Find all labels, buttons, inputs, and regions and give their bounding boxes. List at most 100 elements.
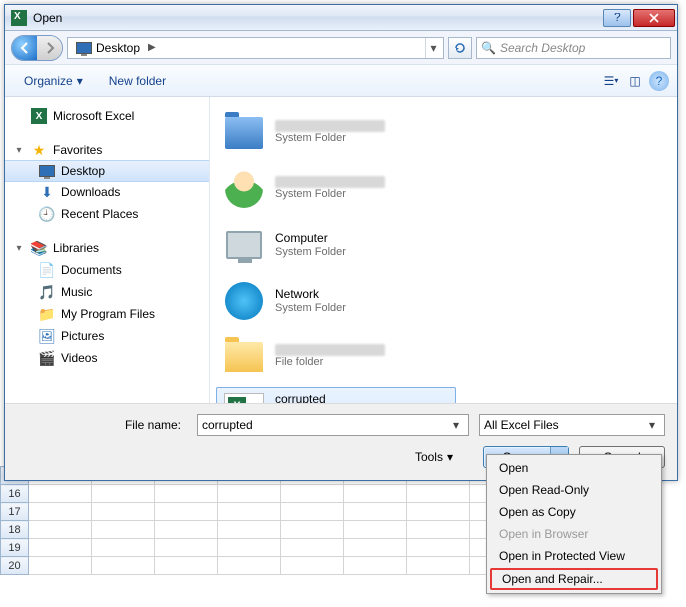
- cell[interactable]: [407, 485, 470, 503]
- navpane-item-videos[interactable]: 🎬Videos: [5, 347, 209, 369]
- cell[interactable]: [29, 557, 92, 575]
- redacted-name: [275, 344, 385, 356]
- cell[interactable]: [155, 557, 218, 575]
- cell[interactable]: [407, 557, 470, 575]
- file-tile[interactable]: File folder: [216, 331, 456, 383]
- navpane-favorites[interactable]: ▾ ★ Favorites: [5, 139, 209, 161]
- file-tile[interactable]: NetworkSystem Folder: [216, 275, 456, 327]
- collapse-icon[interactable]: ▾: [13, 145, 25, 156]
- cell[interactable]: [344, 539, 407, 557]
- address-bar[interactable]: Desktop ▶ ▾: [67, 37, 444, 59]
- menu-item[interactable]: Open as Copy: [489, 501, 659, 523]
- row-header[interactable]: 16: [1, 485, 29, 503]
- cell[interactable]: [344, 485, 407, 503]
- file-tile[interactable]: corruptedMicrosoft Excel Worksheet8.54 K…: [216, 387, 456, 403]
- view-options-button[interactable]: ☰▾: [601, 71, 621, 91]
- filetype-filter[interactable]: All Excel Files ▾: [479, 414, 665, 436]
- cell[interactable]: [407, 539, 470, 557]
- close-button[interactable]: [633, 9, 675, 27]
- menu-item[interactable]: Open Read-Only: [489, 479, 659, 501]
- file-type: System Folder: [275, 188, 385, 202]
- cell[interactable]: [344, 503, 407, 521]
- cell[interactable]: [281, 521, 344, 539]
- cell[interactable]: [29, 539, 92, 557]
- cell[interactable]: [155, 539, 218, 557]
- menu-item[interactable]: Open: [489, 457, 659, 479]
- cell[interactable]: [92, 521, 155, 539]
- cell[interactable]: [92, 503, 155, 521]
- row-header[interactable]: 17: [1, 503, 29, 521]
- cell[interactable]: [218, 485, 281, 503]
- search-input[interactable]: 🔍 Search Desktop: [476, 37, 671, 59]
- breadcrumb[interactable]: Desktop ▶: [70, 38, 166, 58]
- crumb-label: Desktop: [96, 41, 140, 55]
- collapse-icon[interactable]: ▾: [13, 243, 25, 254]
- music-icon: 🎵: [39, 284, 55, 300]
- tools-dropdown[interactable]: Tools▾: [409, 448, 459, 466]
- help-icon[interactable]: ?: [649, 71, 669, 91]
- navpane-item-music[interactable]: 🎵Music: [5, 281, 209, 303]
- network-icon: [223, 280, 265, 322]
- menu-item: Open in Browser: [489, 523, 659, 545]
- help-button[interactable]: ?: [603, 9, 631, 27]
- cell[interactable]: [218, 503, 281, 521]
- cell[interactable]: [218, 539, 281, 557]
- menu-item[interactable]: Open in Protected View: [489, 545, 659, 567]
- cell[interactable]: [155, 521, 218, 539]
- recent-icon: 🕘: [39, 206, 55, 222]
- desktop-icon: [39, 165, 55, 177]
- navpane-item-documents[interactable]: 📄Documents: [5, 259, 209, 281]
- cell[interactable]: [344, 521, 407, 539]
- row-header[interactable]: 20: [1, 557, 29, 575]
- cell[interactable]: [92, 485, 155, 503]
- navpane-libraries[interactable]: ▾ 📚 Libraries: [5, 237, 209, 259]
- navpane-item-desktop[interactable]: Desktop: [5, 160, 209, 182]
- cell[interactable]: [218, 521, 281, 539]
- cell[interactable]: [281, 485, 344, 503]
- cell[interactable]: [155, 485, 218, 503]
- navpane-item-pictures[interactable]: 🖼Pictures: [5, 325, 209, 347]
- cell[interactable]: [29, 503, 92, 521]
- cell[interactable]: [29, 485, 92, 503]
- navpane-item-programfiles[interactable]: 📁My Program Files: [5, 303, 209, 325]
- menu-item[interactable]: Open and Repair...: [490, 568, 658, 590]
- downloads-icon: ⬇: [39, 184, 55, 200]
- cell[interactable]: [344, 557, 407, 575]
- history-dropdown-icon[interactable]: ▾: [425, 38, 441, 58]
- chevron-down-icon[interactable]: ▾: [644, 418, 660, 432]
- folder-icon: 📁: [39, 306, 55, 322]
- file-list[interactable]: System FolderSystem FolderSystem FolderC…: [210, 97, 677, 403]
- cell[interactable]: [407, 521, 470, 539]
- cell[interactable]: [281, 557, 344, 575]
- chevron-right-icon[interactable]: ▶: [144, 42, 160, 53]
- file-tile[interactable]: System Folder: [216, 163, 456, 215]
- preview-pane-button[interactable]: ◫: [625, 71, 645, 91]
- row-header[interactable]: 19: [1, 539, 29, 557]
- forward-button[interactable]: [37, 36, 62, 60]
- refresh-button[interactable]: [448, 37, 472, 59]
- file-tile[interactable]: System Folder: [216, 107, 456, 159]
- filename-input[interactable]: corrupted ▾: [197, 414, 469, 436]
- navpane-item-downloads[interactable]: ⬇ Downloads: [5, 181, 209, 203]
- cell[interactable]: [29, 521, 92, 539]
- search-placeholder: Search Desktop: [500, 41, 585, 55]
- cell[interactable]: [218, 557, 281, 575]
- file-tile[interactable]: ComputerSystem Folder: [216, 219, 456, 271]
- cell[interactable]: [92, 539, 155, 557]
- navpane-microsoft-excel[interactable]: X Microsoft Excel: [5, 105, 209, 127]
- chevron-down-icon[interactable]: ▾: [448, 418, 464, 432]
- cell[interactable]: [281, 539, 344, 557]
- cell[interactable]: [407, 503, 470, 521]
- cell[interactable]: [155, 503, 218, 521]
- navigation-pane: X Microsoft Excel ▾ ★ Favorites Desktop …: [5, 97, 210, 403]
- cell[interactable]: [92, 557, 155, 575]
- organize-button[interactable]: Organize▾: [13, 69, 94, 93]
- navpane-item-recent[interactable]: 🕘 Recent Places: [5, 203, 209, 225]
- xls-icon: [223, 392, 265, 403]
- cell[interactable]: [281, 503, 344, 521]
- back-button[interactable]: [12, 36, 37, 60]
- folder-icon: [223, 336, 265, 378]
- redacted-name: [275, 120, 385, 132]
- row-header[interactable]: 18: [1, 521, 29, 539]
- new-folder-button[interactable]: New folder: [98, 69, 177, 93]
